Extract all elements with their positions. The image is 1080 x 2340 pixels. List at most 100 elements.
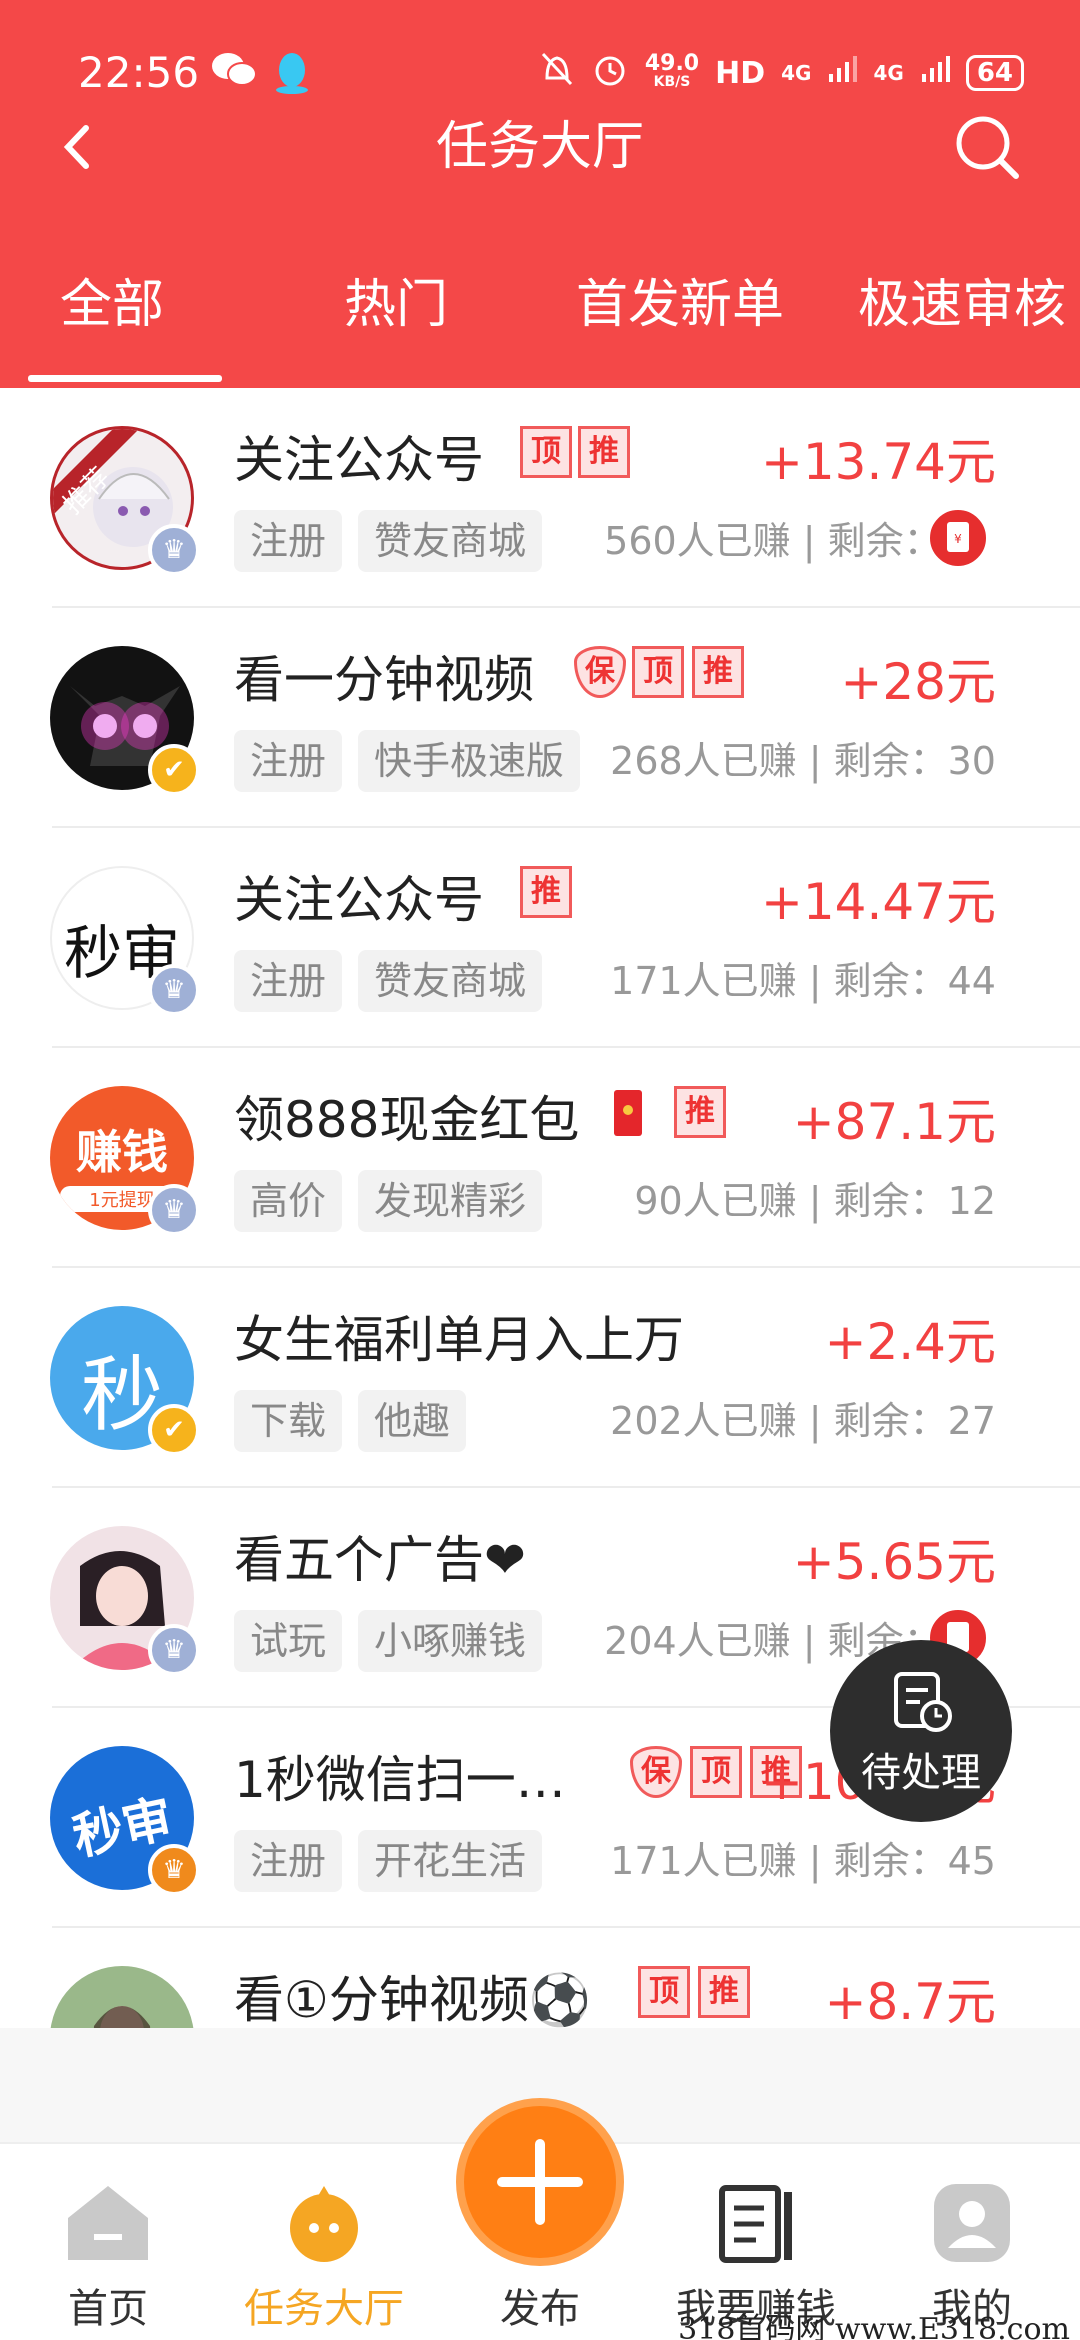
task-stats: 90人已赚 | 剩余：12 (634, 1179, 996, 1223)
tab-first-release[interactable]: 首发新单 (576, 260, 784, 350)
header: 22:56 49.0 KB/S HD 4G 4G 64 任务大厅 全部 热门 首… (0, 0, 1080, 388)
task-title: 领888现金红包 (234, 1091, 580, 1149)
recommend-badge: 推 (520, 866, 572, 918)
pending-label: 待处理 (861, 1750, 981, 1796)
alarm-icon (591, 50, 629, 96)
task-tag-type: 注册 (234, 1830, 343, 1892)
task-tag-type: 注册 (234, 510, 343, 572)
pending-button[interactable]: 待处理 (830, 1640, 1012, 1822)
publish-plus-button[interactable] (456, 2098, 624, 2266)
task-tag-app: 他趣 (358, 1390, 467, 1452)
task-amount: +2.4元 (824, 1313, 996, 1371)
task-item[interactable]: 看①分钟视频⚽ 顶 推 +8.7元 (0, 1928, 1080, 2028)
crown-icon: ♛ (148, 964, 200, 1016)
signal-1: 4G (781, 61, 812, 85)
crown-icon: ✔ (148, 744, 200, 796)
net-speed: 49.0 KB/S (644, 51, 700, 91)
tab-hot[interactable]: 热门 (344, 260, 448, 350)
qq-icon (272, 50, 312, 103)
task-hall-screen: 22:56 49.0 KB/S HD 4G 4G 64 任务大厅 全部 热门 首… (0, 0, 1080, 2340)
task-amount: +5.65元 (792, 1533, 996, 1591)
top-badge: 顶 (638, 1966, 690, 2018)
status-time: 22:56 (78, 48, 200, 97)
tab-indicator (28, 375, 222, 382)
task-item[interactable]: 秒审 ♛ 关注公众号 推 +14.47元 注册 赞友商城 171人已赚 | 剩余… (0, 828, 1080, 1048)
tab-all[interactable]: 全部 (60, 260, 164, 350)
task-amount: +28元 (840, 653, 996, 711)
crown-icon: ♛ (148, 524, 200, 576)
nav-task-hall[interactable]: 任务大厅 (244, 2182, 404, 2334)
task-title: 关注公众号 (234, 431, 484, 489)
task-tag-app: 快手极速版 (358, 730, 581, 792)
nav-home[interactable]: 首页 (28, 2182, 188, 2334)
signal-icon (827, 54, 858, 92)
task-item[interactable]: 赚钱 1元提现 ♛ 领888现金红包 推 +87.1元 高价 发现精彩 90人已… (0, 1048, 1080, 1268)
svg-text:¥: ¥ (954, 532, 962, 546)
top-badge: 顶 (690, 1746, 742, 1798)
task-item[interactable]: 推荐 ♛ 关注公众号 顶 推 +13.74元 注册 赞友商城 560人已赚 | … (0, 388, 1080, 608)
plus-icon (464, 2139, 616, 2262)
task-stats: 268人已赚 | 剩余：30 (610, 739, 996, 783)
avatar (50, 1966, 194, 2028)
task-title: 看①分钟视频⚽ (234, 1971, 592, 2028)
guarantee-badge: 保 (574, 646, 626, 698)
crown-icon: ♛ (148, 1844, 200, 1896)
task-stats: 171人已赚 | 剩余：45 (610, 1839, 996, 1883)
task-tag-type: 高价 (234, 1170, 343, 1232)
task-amount: +13.74元 (760, 433, 996, 491)
task-tag-app: 赞友商城 (358, 510, 543, 572)
task-tag-type: 下载 (234, 1390, 343, 1452)
task-title: 关注公众号 (234, 871, 484, 929)
bell-off-icon (539, 50, 575, 96)
tab-bar: 全部 热门 首发新单 极速审核 (0, 260, 1080, 350)
status-bar: 22:56 49.0 KB/S HD 4G 4G 64 (0, 40, 1080, 110)
task-tag-app: 小啄赚钱 (358, 1610, 543, 1672)
hd-indicator: HD (715, 55, 766, 91)
battery-indicator: 64 (965, 55, 1024, 91)
pending-orders-icon (890, 1670, 956, 1740)
task-tag-type: 注册 (234, 950, 343, 1012)
task-stats: 171人已赚 | 剩余：44 (610, 959, 996, 1003)
search-icon[interactable] (950, 110, 1024, 184)
guarantee-badge: 保 (630, 1746, 682, 1798)
top-badge: 顶 (520, 426, 572, 478)
task-item[interactable]: ✔ 看一分钟视频 保 顶 推 +28元 注册 快手极速版 268人已赚 | 剩余… (0, 608, 1080, 828)
recommend-badge: 推 (578, 426, 630, 478)
task-tag-type: 试玩 (234, 1610, 343, 1672)
profile-icon (928, 2184, 1016, 2268)
task-title: 1秒微信扫一… (234, 1751, 566, 1809)
task-hall-icon (280, 2186, 368, 2268)
recommend-badge: 推 (674, 1086, 726, 1138)
tab-fast-review[interactable]: 极速审核 (858, 260, 1066, 350)
crown-icon: ♛ (148, 1184, 200, 1236)
task-stats: 202人已赚 | 剩余：27 (610, 1399, 996, 1443)
crown-icon: ♛ (148, 1624, 200, 1676)
page-title: 任务大厅 (435, 117, 644, 177)
task-tag-app: 开花生活 (358, 1830, 543, 1892)
task-title: 看五个广告❤ (234, 1531, 526, 1589)
signal-2: 4G (873, 61, 904, 85)
red-envelope-icon (612, 1088, 644, 1142)
task-item[interactable]: 秒 ✔ 女生福利单月入上万 +2.4元 下载 他趣 202人已赚 | 剩余：27 (0, 1268, 1080, 1488)
wechat-icon (210, 50, 258, 99)
earn-money-icon (712, 2185, 800, 2268)
task-title: 看一分钟视频 (234, 651, 534, 709)
top-bar: 任务大厅 (0, 104, 1080, 194)
crown-icon: ✔ (148, 1404, 200, 1456)
recommend-badge: 推 (692, 646, 744, 698)
task-tag-type: 注册 (234, 730, 343, 792)
home-icon (64, 2186, 152, 2268)
task-title: 女生福利单月入上万 (234, 1311, 684, 1369)
nav-publish[interactable]: 发布 (460, 2268, 620, 2334)
red-packet-icon[interactable]: ¥ (926, 506, 990, 570)
signal-icon-2 (920, 54, 950, 92)
task-amount: +87.1元 (792, 1093, 996, 1151)
status-right: 49.0 KB/S HD 4G 4G 64 (539, 50, 1024, 96)
recommend-badge: 推 (698, 1966, 750, 2018)
task-amount: +8.7元 (824, 1973, 996, 2028)
top-badge: 顶 (632, 646, 684, 698)
task-tag-app: 发现精彩 (358, 1170, 543, 1232)
task-tag-app: 赞友商城 (358, 950, 543, 1012)
task-amount: +14.47元 (760, 873, 996, 931)
watermark: 318首码网 www.E318.com (678, 2312, 1070, 2340)
